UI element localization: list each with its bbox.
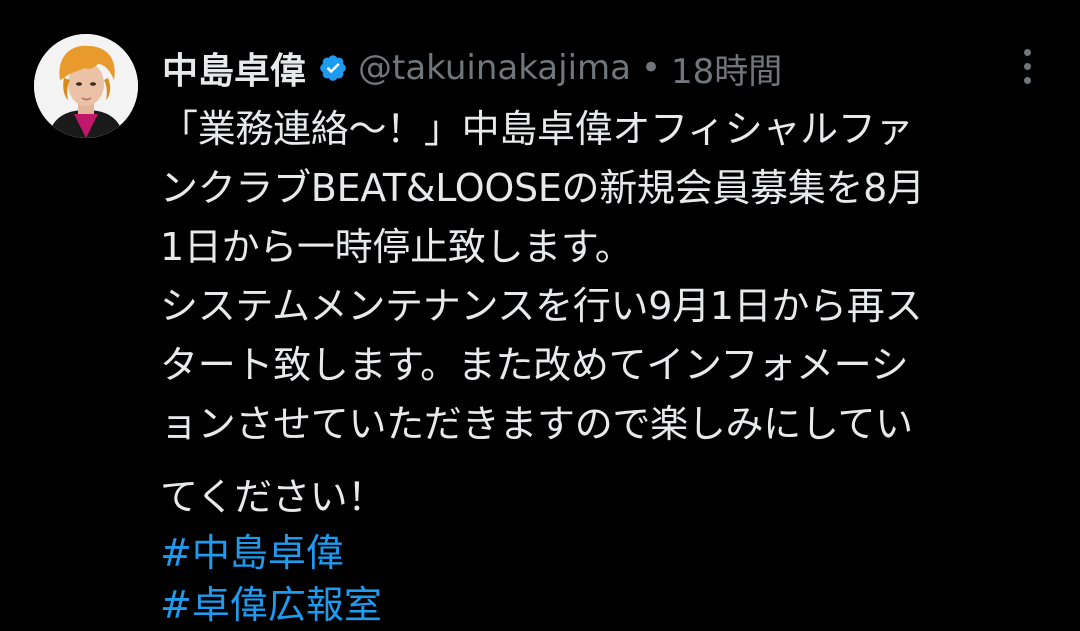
tweet-text-line: 「業務連絡〜！」中島卓偉オフィシャルファ [160,107,914,151]
hashtag-list: #中島卓偉 #卓偉広報室 [160,527,1060,631]
verified-badge-icon [318,53,348,83]
author-name[interactable]: 中島卓偉 [162,42,306,94]
hashtag-link[interactable]: #卓偉広報室 [160,579,1060,631]
avatar-image [34,34,138,138]
more-options-icon[interactable] [1010,46,1044,86]
tweet-text-line: てください！ [160,475,386,519]
tweet-header: 中島卓偉 @takuinakajima • 18時間 [162,42,782,94]
timestamp[interactable]: 18時間 [671,44,782,93]
separator-dot: • [640,48,662,88]
tweet-text-line: 1日から一時停止致します。 [160,225,633,269]
tweet-text-line: タート致します。また改めてインフォメーシ [160,343,909,387]
tweet-text-line: ンクラブBEAT&LOOSEの新規会員募集を8月 [160,166,925,210]
tweet-body: 「業務連絡〜！」中島卓偉オフィシャルファ ンクラブBEAT&LOOSEの新規会員… [160,100,1060,631]
tweet-text-line: ョンさせていただきますので楽しみにしてい [160,402,913,446]
author-avatar[interactable] [34,34,138,138]
author-handle[interactable]: @takuinakajima [358,48,631,88]
hashtag-link[interactable]: #中島卓偉 [160,527,1060,579]
tweet-text-line: システムメンテナンスを行い9月1日から再ス [160,284,923,328]
